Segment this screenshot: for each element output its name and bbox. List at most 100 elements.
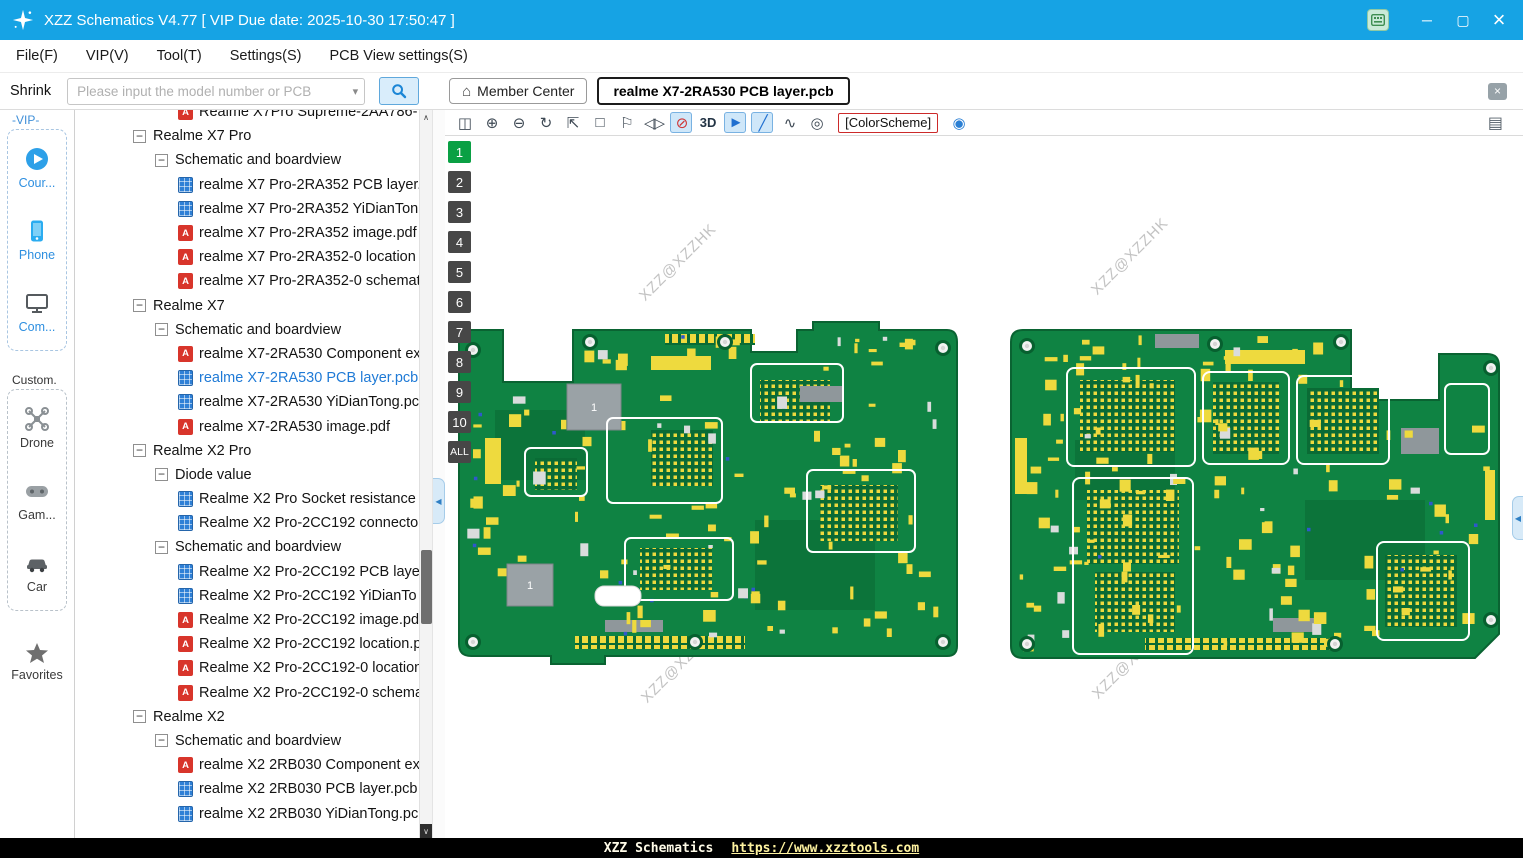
collapse-icon[interactable]: −	[133, 444, 146, 458]
sidebar-item-computer[interactable]: Com...	[19, 290, 55, 334]
curve-icon[interactable]: ∿	[778, 112, 800, 133]
layer-button-10[interactable]: 10	[448, 411, 471, 433]
layer-button-1[interactable]: 1	[448, 141, 471, 163]
tree-item[interactable]: Arealme X7-2RA530 Component ex	[75, 342, 432, 366]
menu-settings[interactable]: Settings(S)	[230, 48, 302, 64]
tree-item[interactable]: Arealme X7 Pro-2RA352 image.pdf	[75, 221, 432, 245]
member-center-button[interactable]: ⌂ Member Center	[449, 78, 588, 104]
collapse-icon[interactable]: −	[155, 468, 168, 482]
tree-item[interactable]: − Realme X7	[75, 294, 432, 318]
sidebar-item-game[interactable]: Gam...	[18, 478, 56, 522]
collapse-icon[interactable]: −	[133, 299, 146, 313]
ime-badge-icon[interactable]	[1367, 9, 1389, 31]
tree-scrollbar[interactable]: ∧ ∨	[419, 110, 432, 838]
component-display-icon[interactable]: ⊘	[670, 112, 693, 133]
menu-pcb-view-settings[interactable]: PCB View settings(S)	[329, 48, 467, 64]
tree-item[interactable]: Arealme X7 Pro-2RA352-0 schemat	[75, 269, 432, 293]
split-view-icon[interactable]: ◫	[453, 112, 475, 133]
reset-view-icon[interactable]: ↻	[534, 112, 556, 133]
layer-button-8[interactable]: 8	[448, 351, 471, 373]
sidebar-item-drone[interactable]: Drone	[20, 406, 54, 450]
tree-item[interactable]: Arealme X7-2RA530 image.pdf	[75, 414, 432, 438]
locate-icon[interactable]: ◎	[805, 112, 827, 133]
tree-item[interactable]: − Diode value	[75, 463, 432, 487]
close-button[interactable]: ×	[1481, 0, 1517, 40]
tree-item[interactable]: realme X7 Pro-2RA352 PCB layer.p	[75, 173, 432, 197]
tree-item[interactable]: − Schematic and boardview	[75, 148, 432, 172]
layer-button-3[interactable]: 3	[448, 201, 471, 223]
tree-item[interactable]: realme X7 Pro-2RA352 YiDianTon	[75, 197, 432, 221]
sidebar-item-favorites[interactable]: Favorites	[11, 641, 63, 682]
collapse-right-panel-tab[interactable]: ◀	[1512, 496, 1523, 540]
sidebar-item-course[interactable]: Cour...	[19, 146, 55, 190]
layer-button-9[interactable]: 9	[448, 381, 471, 403]
tree-item[interactable]: − Realme X2	[75, 705, 432, 729]
net-flag-icon[interactable]: ⚐	[615, 112, 637, 133]
pcb-board-image[interactable]: 1 1	[455, 320, 1503, 672]
layer-button-6[interactable]: 6	[448, 291, 471, 313]
layer-button-4[interactable]: 4	[448, 231, 471, 253]
flip-horizontal-icon[interactable]: ◁▷	[642, 112, 665, 133]
tree-item[interactable]: realme X7-2RA530 YiDianTong.pc	[75, 390, 432, 414]
statusbar-url[interactable]: https://www.xzztools.com	[731, 841, 919, 856]
minimize-button[interactable]: ─	[1409, 0, 1445, 40]
measure-icon[interactable]: ╱	[751, 112, 774, 133]
eye-icon[interactable]: ◉	[947, 112, 969, 133]
tree-item[interactable]: − Realme X7 Pro	[75, 124, 432, 148]
tree-item[interactable]: Realme X2 Pro-2CC192 PCB layer	[75, 560, 432, 584]
tree-item[interactable]: A Realme X7Pro Supreme-2AA786-	[75, 110, 432, 124]
tree-item[interactable]: realme X2 2RB030 PCB layer.pcb	[75, 777, 432, 801]
shrink-button[interactable]: Shrink	[10, 83, 51, 99]
tree-item[interactable]: − Schematic and boardview	[75, 535, 432, 559]
tree-item[interactable]: Realme X2 Pro-2CC192 YiDianTo	[75, 584, 432, 608]
scroll-up-icon[interactable]: ∧	[420, 110, 432, 124]
tree-item[interactable]: Arealme X2 2RB030 Component ex	[75, 753, 432, 777]
tree-item[interactable]: realme X7-2RA530 PCB layer.pcb	[75, 366, 432, 390]
collapse-icon[interactable]: −	[133, 710, 146, 724]
zoom-in-icon[interactable]: ⊕	[480, 112, 502, 133]
collapse-icon[interactable]: −	[155, 153, 168, 167]
sidebar-item-phone[interactable]: Phone	[19, 218, 55, 262]
collapse-icon[interactable]: −	[133, 129, 146, 143]
scroll-down-icon[interactable]: ∨	[420, 824, 432, 838]
colorscheme-button[interactable]: [ColorScheme]	[838, 112, 939, 133]
pan-mode-icon[interactable]: ►	[724, 112, 747, 133]
collapse-icon[interactable]: −	[155, 323, 168, 337]
search-input[interactable]	[77, 83, 349, 99]
layers-panel-icon[interactable]: ▤	[1488, 113, 1503, 133]
search-combo[interactable]: ▾	[67, 77, 366, 105]
tree-item[interactable]: − Realme X2 Pro	[75, 439, 432, 463]
tree-scrollbar-thumb[interactable]	[421, 550, 432, 624]
tab-pcb-document[interactable]: realme X7-2RA530 PCB layer.pcb	[597, 77, 850, 105]
tree-item[interactable]: Realme X2 Pro-2CC192 connector	[75, 511, 432, 535]
menu-file[interactable]: File(F)	[16, 48, 58, 64]
collapse-icon[interactable]: −	[155, 734, 168, 748]
tree-item[interactable]: Realme X2 Pro Socket resistance v	[75, 487, 432, 511]
tree-item[interactable]: − Schematic and boardview	[75, 729, 432, 753]
tree-item[interactable]: realme X2 2RB030 YiDianTong.pc	[75, 801, 432, 825]
menu-vip[interactable]: VIP(V)	[86, 48, 129, 64]
close-document-icon[interactable]: ×	[1488, 82, 1507, 100]
copy-board-icon[interactable]: □	[588, 112, 610, 133]
panel-splitter[interactable]: ◀	[433, 110, 445, 838]
layer-button-7[interactable]: 7	[448, 321, 471, 343]
tree-item[interactable]: A Realme X2 Pro-2CC192 image.pd	[75, 608, 432, 632]
view-3d-button[interactable]: 3D	[697, 112, 719, 133]
layer-button-5[interactable]: 5	[448, 261, 471, 283]
layer-button-2[interactable]: 2	[448, 171, 471, 193]
collapse-icon[interactable]: −	[155, 540, 168, 554]
search-button[interactable]	[379, 77, 420, 105]
tree-item[interactable]: A Realme X2 Pro-2CC192-0 location	[75, 656, 432, 680]
menu-tool[interactable]: Tool(T)	[157, 48, 202, 64]
dropdown-caret-icon[interactable]: ▾	[353, 85, 359, 98]
sidebar-item-car[interactable]: Car	[24, 550, 50, 594]
tree-item[interactable]: Arealme X7 Pro-2RA352-0 location	[75, 245, 432, 269]
export-board-icon[interactable]: ⇱	[561, 112, 583, 133]
tree-item[interactable]: A Realme X2 Pro-2CC192-0 schema	[75, 681, 432, 705]
tree-item[interactable]: − Schematic and boardview	[75, 318, 432, 342]
zoom-out-icon[interactable]: ⊖	[507, 112, 529, 133]
tree-item[interactable]: A Realme X2 Pro-2CC192 location.p	[75, 632, 432, 656]
layer-button-all[interactable]: ALL	[448, 441, 471, 463]
pcb-canvas[interactable]: 1 2 3 4 5 6 7 8 9 10 ALL XZZ@XZZHK XZZ@XZZHK XZZ@X…	[445, 136, 1523, 838]
maximize-button[interactable]: ▢	[1445, 0, 1481, 40]
